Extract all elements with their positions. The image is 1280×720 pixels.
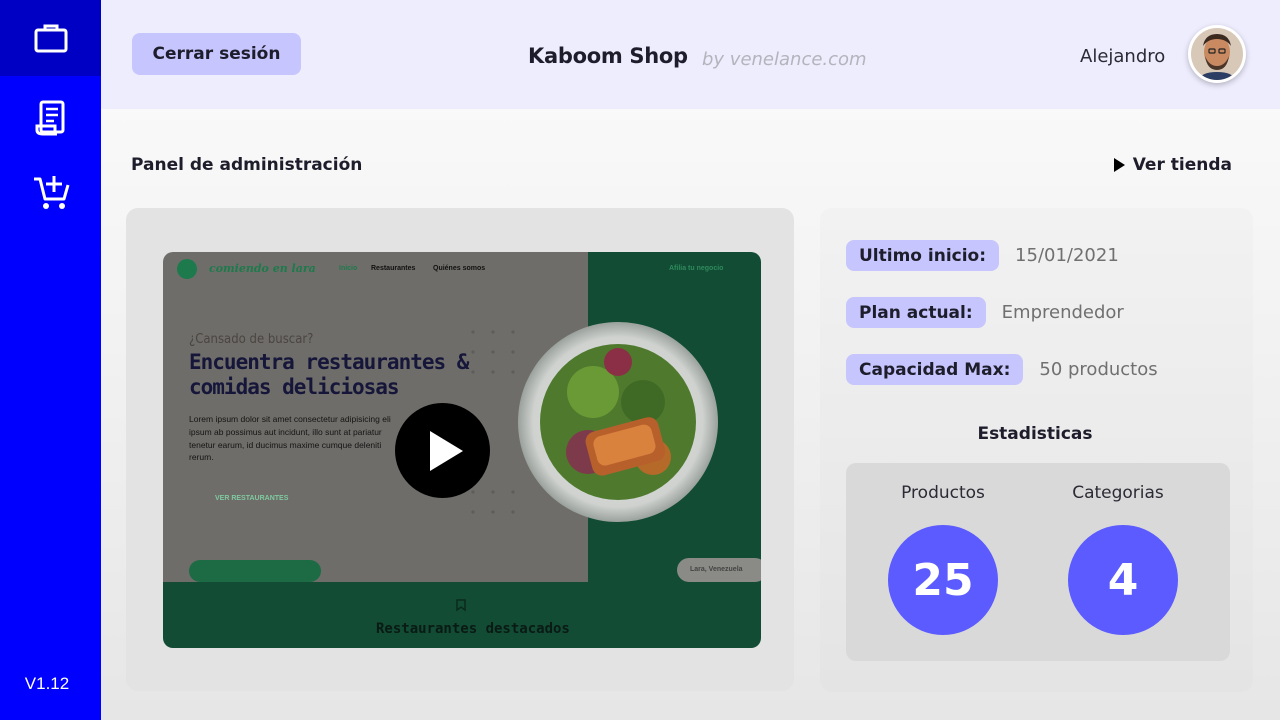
last-login-value: 15/01/2021: [1015, 245, 1119, 266]
view-store-link[interactable]: Ver tienda: [1113, 155, 1232, 175]
top-header: Cerrar sesión Kaboom Shop by venelance.c…: [101, 0, 1280, 109]
video-card: comiendo en lara Inicio Restaurantes Qui…: [126, 208, 794, 691]
avatar[interactable]: [1188, 25, 1246, 83]
info-row-plan: Plan actual: Emprendedor: [846, 297, 1124, 328]
account-info-card: Ultimo inicio: 15/01/2021 Plan actual: E…: [820, 208, 1253, 692]
thumb-nav-restaurantes: Restaurantes: [371, 265, 416, 272]
info-row-last-login: Ultimo inicio: 15/01/2021: [846, 240, 1119, 271]
thumb-site-logo: comiendo en lara: [209, 262, 316, 275]
plan-value: Emprendedor: [1001, 302, 1124, 323]
thumb-headline-2: comidas deliciosas: [189, 375, 400, 399]
app-version: V1.12: [24, 674, 70, 693]
stats-title: Estadisticas: [977, 424, 1093, 444]
thumb-body-4: rerum.: [189, 452, 214, 462]
main-content: Panel de administración Ver tienda comie…: [101, 109, 1280, 720]
thumb-section-title: Restaurantes destacados: [376, 621, 570, 637]
stat-categories-label: Categorias: [1072, 483, 1164, 503]
capacity-value: 50 productos: [1039, 359, 1158, 380]
play-arrow-icon: [1113, 158, 1125, 172]
thumb-eyebrow: ¿Cansado de buscar?: [189, 332, 314, 347]
thumb-nav-afilia: Afilia tu negocio: [669, 265, 724, 272]
sidebar: V1.12: [0, 0, 101, 720]
stat-products-value: 25: [888, 525, 998, 635]
thumb-nav-quienes: Quiénes somos: [433, 265, 486, 272]
plan-label: Plan actual:: [846, 297, 986, 328]
stat-products-label: Productos: [901, 483, 985, 503]
thumb-body-2: ipsum ab possimus aut incidunt, illo sun…: [189, 427, 382, 437]
briefcase-icon: [34, 24, 67, 53]
stat-categories-value: 4: [1068, 525, 1178, 635]
sidebar-item-orders[interactable]: [0, 96, 101, 140]
sidebar-item-shop[interactable]: [0, 0, 101, 76]
cart-add-icon: [33, 176, 69, 209]
view-store-label: Ver tienda: [1132, 155, 1232, 175]
capacity-label: Capacidad Max:: [846, 354, 1024, 385]
info-row-capacity: Capacidad Max: 50 productos: [846, 354, 1158, 385]
thumb-headline-1: Encuentra restaurantes &: [189, 350, 469, 374]
user-name: Alejandro: [1080, 46, 1166, 67]
stats-box: Productos 25 Categorias 4: [846, 463, 1230, 661]
last-login-label: Ultimo inicio:: [846, 240, 1000, 271]
play-icon: [430, 430, 463, 471]
logout-button[interactable]: Cerrar sesión: [132, 33, 301, 75]
video-player[interactable]: comiendo en lara Inicio Restaurantes Qui…: [163, 252, 761, 648]
page-title: Panel de administración: [131, 155, 363, 175]
thumb-body-1: Lorem ipsum dolor sit amet consectetur a…: [189, 414, 391, 424]
thumb-cta: VER RESTAURANTES: [215, 495, 289, 502]
thumb-location-pill: Lara, Venezuela: [690, 566, 743, 573]
play-button[interactable]: [395, 403, 490, 498]
thumb-body-3: tenetur earum, id ducimus maxime cumque …: [189, 440, 382, 450]
thumb-nav-inicio: Inicio: [339, 265, 358, 272]
brand-subtitle: by venelance.com: [702, 49, 867, 70]
sidebar-item-add-product[interactable]: [0, 170, 101, 214]
receipt-icon: [35, 100, 64, 136]
user-photo: [1191, 28, 1243, 80]
brand-title: Kaboom Shop: [528, 44, 688, 68]
